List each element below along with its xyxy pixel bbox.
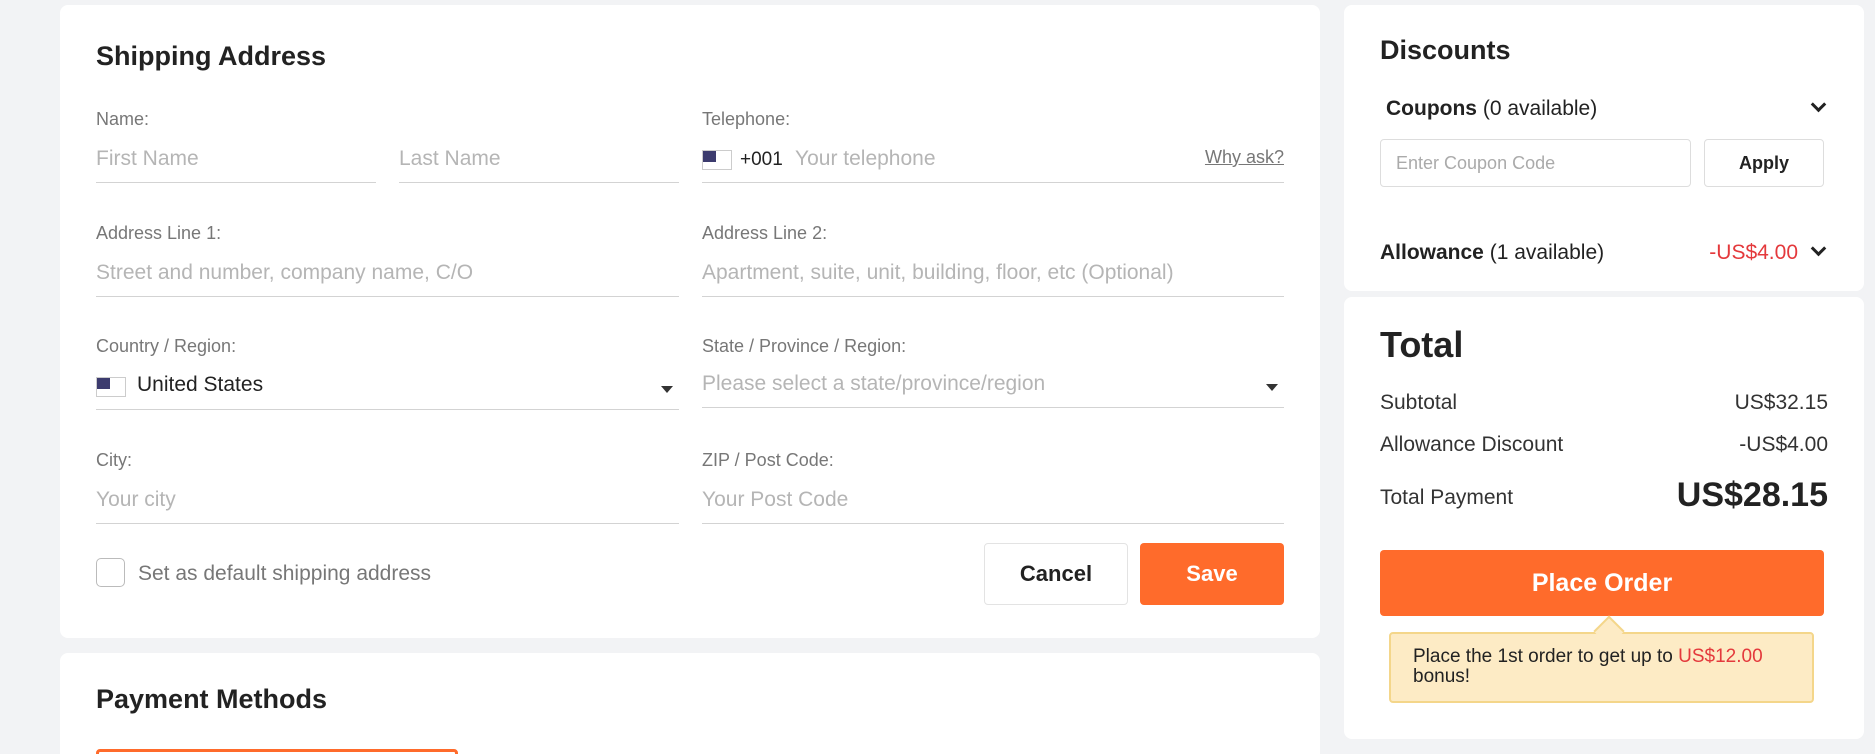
city-field[interactable]: City: Your city	[96, 450, 679, 524]
telephone-placeholder: Your telephone	[795, 147, 936, 170]
allowance-available: (1 available)	[1489, 241, 1605, 264]
country-label: Country / Region:	[96, 336, 237, 356]
coupons-label: Coupons	[1386, 97, 1477, 120]
allowance-discount-label: Allowance Discount	[1380, 433, 1564, 456]
subtotal-row: Subtotal US$32.15	[1380, 391, 1828, 415]
coupon-code-input[interactable]: Enter Coupon Code	[1380, 139, 1691, 187]
payment-methods-card: Payment Methods	[60, 653, 1320, 754]
total-payment-label: Total Payment	[1380, 486, 1514, 509]
caret-down-icon	[1266, 384, 1278, 391]
state-placeholder: Please select a state/province/region	[702, 372, 1046, 395]
zip-placeholder: Your Post Code	[702, 488, 849, 511]
cancel-button[interactable]: Cancel	[984, 543, 1128, 605]
city-placeholder: Your city	[96, 488, 176, 511]
zip-label: ZIP / Post Code:	[702, 450, 834, 470]
allowance-discount-value: -US$4.00	[1739, 433, 1828, 456]
discounts-title: Discounts	[1380, 35, 1511, 65]
name-label: Name:	[96, 109, 150, 129]
shipping-address-title: Shipping Address	[96, 41, 327, 71]
chevron-down-icon	[1810, 96, 1827, 113]
first-order-bonus-tip: Place the 1st order to get up to US$12.0…	[1389, 632, 1814, 703]
address-line-1-label: Address Line 1:	[96, 223, 222, 243]
first-name-field[interactable]: Name: First Name	[96, 109, 376, 183]
last-name-placeholder: Last Name	[399, 147, 501, 170]
total-payment-value: US$28.15	[1676, 476, 1828, 514]
telephone-label: Telephone:	[702, 109, 791, 129]
state-select[interactable]: State / Province / Region: Please select…	[702, 336, 1284, 408]
address-line-1-placeholder: Street and number, company name, C/O	[96, 261, 474, 284]
apply-coupon-button[interactable]: Apply	[1704, 139, 1824, 187]
last-name-field[interactable]: Last Name	[399, 109, 679, 183]
zip-field[interactable]: ZIP / Post Code: Your Post Code	[702, 450, 1284, 524]
address-line-2-field[interactable]: Address Line 2: Apartment, suite, unit, …	[702, 223, 1284, 297]
address-line-2-placeholder: Apartment, suite, unit, building, floor,…	[702, 261, 1174, 284]
us-flag-icon	[702, 150, 732, 170]
total-card: Total Subtotal US$32.15 Allowance Discou…	[1344, 297, 1864, 739]
allowance-amount: -US$4.00	[1709, 241, 1798, 264]
payment-methods-title: Payment Methods	[96, 684, 328, 714]
discounts-card: Discounts Coupons (0 available) Enter Co…	[1344, 5, 1864, 291]
chevron-down-icon	[1810, 240, 1827, 257]
address-line-1-field[interactable]: Address Line 1: Street and number, compa…	[96, 223, 679, 297]
country-value: United States	[137, 373, 264, 396]
subtotal-label: Subtotal	[1380, 391, 1458, 414]
allowance-toggle[interactable]: Allowance (1 available) -US$4.00	[1380, 240, 1828, 265]
total-title: Total	[1380, 324, 1464, 365]
phone-country-code: +001	[740, 149, 783, 170]
allowance-label: Allowance	[1380, 241, 1484, 264]
subtotal-value: US$32.15	[1734, 391, 1828, 414]
tip-suffix: bonus!	[1413, 666, 1471, 687]
tip-prefix: Place the 1st order to get up to	[1413, 646, 1673, 667]
place-order-button[interactable]: Place Order	[1380, 550, 1824, 616]
shipping-address-card: Shipping Address Name: First Name Last N…	[60, 5, 1320, 638]
default-address-label: Set as default shipping address	[138, 562, 432, 585]
payment-method-option[interactable]	[96, 749, 458, 754]
address-line-2-label: Address Line 2:	[702, 223, 828, 243]
country-select[interactable]: Country / Region: United States	[96, 336, 679, 410]
telephone-field[interactable]: Telephone: +001 Your telephone Why ask?	[702, 109, 1284, 183]
caret-down-icon	[661, 386, 673, 393]
coupons-available: (0 available)	[1482, 97, 1598, 120]
tip-amount: US$12.00	[1678, 646, 1763, 667]
coupons-toggle[interactable]: Coupons (0 available)	[1386, 96, 1828, 121]
total-payment-row: Total Payment US$28.15	[1380, 476, 1828, 514]
first-name-placeholder: First Name	[96, 147, 199, 170]
city-label: City:	[96, 450, 132, 470]
default-address-checkbox[interactable]	[96, 558, 125, 587]
us-flag-icon	[96, 377, 126, 397]
why-ask-link[interactable]: Why ask?	[1205, 147, 1284, 168]
save-button[interactable]: Save	[1140, 543, 1284, 605]
state-label: State / Province / Region:	[702, 336, 907, 356]
allowance-discount-row: Allowance Discount -US$4.00	[1380, 433, 1828, 457]
